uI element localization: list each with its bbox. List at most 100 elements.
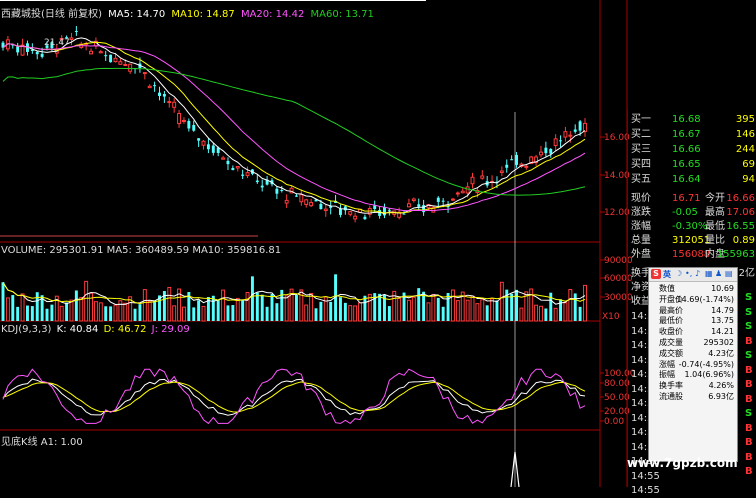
volume-bar	[510, 293, 514, 321]
popup-row: 成交额 4.23亿	[652, 349, 734, 359]
candle-body	[181, 119, 186, 122]
candle-body	[221, 157, 226, 160]
candle-body	[455, 192, 460, 195]
volume-unit: X10	[602, 312, 620, 322]
candle-body	[211, 145, 215, 153]
volume-bar	[172, 305, 177, 322]
bid-row: 买五 16.64 94	[628, 173, 756, 187]
volume-bar	[118, 300, 123, 322]
volume-bar	[309, 292, 314, 322]
candle-body	[417, 204, 421, 207]
quote-label: 今开	[705, 193, 725, 204]
candle-body	[226, 160, 230, 165]
ma60-legend: MA60: 13.71	[310, 9, 374, 20]
kdj-d-line	[2, 381, 586, 413]
candle-body	[544, 147, 548, 154]
kdj-legend: KDJ(9,3,3) K: 40.84 D: 46.72 J: 29.09	[1, 324, 190, 335]
price-legend: 西藏城投(日线 前复权) MA5: 14.70 MA10: 14.87 MA20…	[1, 5, 374, 20]
ma60-line	[2, 67, 586, 196]
volume-bar	[153, 300, 157, 321]
candle-body	[162, 94, 166, 97]
volume-bar	[338, 297, 342, 321]
user-icon[interactable]: ♟	[715, 269, 722, 278]
volume-legend: VOLUME: 295301.91 MA5: 360489.59 MA10: 3…	[1, 245, 282, 256]
ime-brand[interactable]: 英	[663, 269, 671, 280]
candle-body	[450, 198, 455, 201]
popup-value: 4.23亿	[708, 348, 734, 358]
candle-body	[363, 216, 367, 220]
data-window-popup[interactable]: S 英 ☽ •, ♪ ▦ ♟ ▤ 数值 10.69 开盘价 14.69(-1.74%)…	[648, 267, 738, 462]
volume-bar	[426, 302, 431, 322]
ma20-legend: MA20: 14.42	[240, 9, 305, 20]
candle-body	[89, 50, 94, 55]
candle-body	[142, 72, 147, 75]
volume-bar	[104, 306, 108, 321]
volume-bar	[485, 305, 489, 321]
candle-body	[515, 155, 518, 165]
volume-bar	[450, 289, 455, 322]
candle-body	[299, 194, 304, 203]
volume-bar	[534, 304, 539, 322]
volume-bar	[515, 289, 518, 321]
quote-value: 0.89	[732, 235, 755, 246]
volume-bar	[470, 295, 475, 322]
candle-body	[245, 172, 250, 177]
bid-level-label: 买三	[631, 144, 651, 155]
volume-bar	[197, 300, 201, 321]
popup-value: 295302	[703, 338, 734, 347]
candle-body	[441, 200, 445, 202]
volume-bar	[490, 298, 495, 322]
volume-bar	[255, 292, 259, 321]
popup-label: 换手率	[659, 381, 683, 391]
trade-time: 14:55	[631, 470, 660, 482]
candle-body	[387, 209, 391, 211]
bid-level-label: 买二	[631, 129, 651, 140]
volume-bar	[495, 300, 499, 321]
candle-body	[260, 185, 264, 188]
volume-bar	[465, 299, 470, 322]
volume-bar	[387, 306, 391, 321]
volume-bar	[431, 293, 436, 322]
bid-level-label: 买四	[631, 159, 651, 170]
candle-body	[147, 85, 152, 89]
popup-toolbar[interactable]: S 英 ☽ •, ♪ ▦ ♟ ▤	[649, 268, 737, 282]
watermark: www.7gpzb.com	[627, 456, 738, 470]
mic-icon[interactable]: ♪	[695, 269, 700, 278]
candle-body	[470, 176, 475, 185]
bid-row: 买三 16.66 244	[628, 143, 756, 157]
keyboard-icon[interactable]: ▦	[705, 269, 713, 278]
popup-label: 成交额	[659, 348, 683, 358]
candle-body	[118, 61, 123, 65]
popup-row: 涨幅 -0.74(-4.95%)	[652, 360, 734, 370]
volume-bar	[539, 305, 543, 322]
volume-bar	[231, 305, 235, 321]
candle-body	[583, 122, 587, 133]
volume-bar	[563, 302, 568, 322]
volume-bar	[270, 293, 274, 321]
quote-row: 涨跌 -0.05 最高 17.06	[628, 206, 756, 220]
candle-body	[573, 129, 577, 132]
popup-value: 1.04(6.96%)	[684, 370, 734, 380]
candle-body	[563, 131, 568, 138]
volume-bar	[583, 284, 587, 322]
dot-icon[interactable]: •,	[685, 269, 692, 278]
quote-value: 16.66	[726, 193, 755, 204]
trade-flag: S	[745, 350, 753, 361]
trade-flag: B	[745, 335, 753, 347]
grid-icon[interactable]: ▤	[725, 269, 733, 278]
candle-body	[167, 101, 172, 104]
volume-bar	[378, 293, 382, 321]
candle-body	[187, 120, 191, 129]
popup-row: 最低价 13.75	[652, 316, 734, 326]
indicator-legend: 见底K线 A1: 1.00	[1, 437, 83, 448]
volume-bar	[35, 292, 39, 321]
moon-icon[interactable]: ☽	[675, 269, 682, 278]
quote-row: 总量 312051 量比 0.89	[628, 234, 756, 248]
candle-body	[436, 197, 440, 202]
volume-bar	[406, 299, 411, 322]
trade-flag: B	[745, 466, 753, 477]
volume-bar	[93, 301, 98, 322]
volume-bar	[319, 301, 323, 321]
trade-flag: S	[745, 408, 753, 419]
peak-price-label: 21.47	[44, 38, 70, 48]
